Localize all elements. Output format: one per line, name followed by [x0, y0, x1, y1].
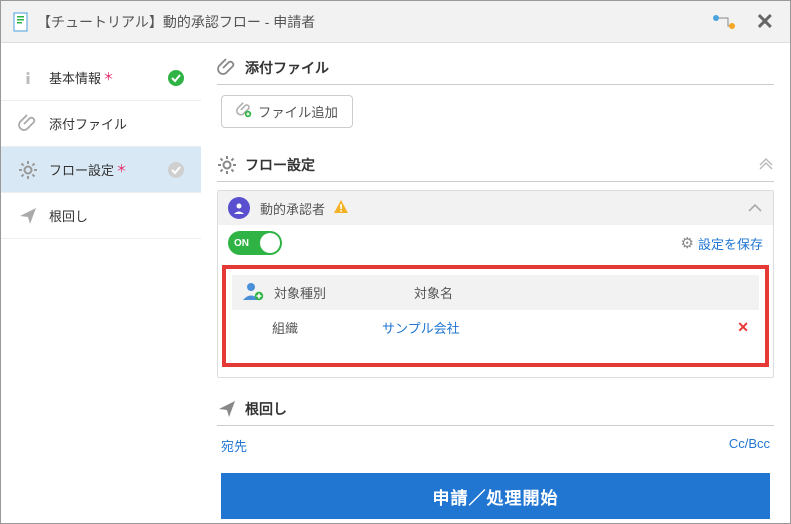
collapse-icon[interactable] — [758, 156, 774, 173]
chevron-up-icon[interactable] — [747, 201, 763, 216]
window-title: 【チュートリアル】動的承認フロー - 申請者 — [37, 12, 712, 32]
required-mark: ＊ — [116, 163, 127, 175]
send-icon — [217, 399, 237, 419]
sidebar-item-label: 根回し — [49, 206, 185, 225]
target-table-header: 対象種別 対象名 — [232, 275, 759, 310]
approver-icon — [228, 197, 250, 219]
titlebar: 【チュートリアル】動的承認フロー - 申請者 ✕ — [1, 1, 790, 43]
main-content: 添付ファイル ファイル追加 フロー設定 動的承認者 — [201, 43, 790, 523]
sidebar-item-nemawashi[interactable]: 根回し — [1, 193, 201, 239]
save-settings-link[interactable]: ⚙ 設定を保存 — [681, 234, 763, 253]
info-icon — [17, 67, 39, 89]
gear-icon: ⚙ — [681, 234, 694, 252]
delete-row-icon[interactable]: ✕ — [737, 319, 749, 336]
target-name-link[interactable]: サンプル会社 — [382, 318, 737, 337]
add-file-button[interactable]: ファイル追加 — [221, 95, 353, 128]
document-icon — [13, 12, 29, 32]
sidebar-item-attachments[interactable]: 添付ファイル — [1, 101, 201, 147]
col-target-type: 対象種別 — [274, 283, 414, 302]
paperclip-icon — [17, 113, 39, 135]
col-target-name: 対象名 — [414, 283, 749, 302]
sidebar-item-flow-settings[interactable]: フロー設定＊ — [1, 147, 201, 193]
sidebar-item-label: 基本情報 — [49, 71, 101, 86]
submit-button[interactable]: 申請／処理開始 — [221, 473, 770, 519]
dynamic-approver-panel: 動的承認者 ON ⚙ 設定を保存 対象種別 対象名 — [217, 190, 774, 378]
approver-toggle[interactable]: ON — [228, 231, 282, 255]
target-row: 組織 サンプル会社 ✕ — [232, 310, 759, 339]
highlighted-target-area: 対象種別 対象名 組織 サンプル会社 ✕ — [222, 265, 769, 367]
section-flow-header: フロー設定 — [217, 148, 774, 182]
recipient-link[interactable]: 宛先 — [221, 436, 247, 455]
section-title: 添付ファイル — [245, 58, 329, 78]
workflow-icon[interactable] — [712, 14, 736, 30]
close-icon[interactable]: ✕ — [752, 5, 778, 39]
approver-panel-header[interactable]: 動的承認者 — [218, 191, 773, 225]
send-icon — [17, 205, 39, 227]
warning-icon — [333, 199, 349, 218]
section-title: 根回し — [245, 399, 287, 419]
add-user-icon[interactable] — [242, 281, 264, 304]
check-icon — [167, 69, 185, 87]
ccbcc-link[interactable]: Cc/Bcc — [729, 436, 770, 455]
sidebar: 基本情報＊ 添付ファイル フロー設定＊ 根回し — [1, 43, 201, 523]
paperclip-add-icon — [236, 102, 252, 121]
sidebar-item-label: フロー設定 — [49, 163, 114, 178]
check-pending-icon — [167, 161, 185, 179]
add-file-label: ファイル追加 — [258, 102, 338, 121]
gear-icon — [217, 155, 237, 175]
section-attachments-header: 添付ファイル — [217, 51, 774, 85]
approver-label: 動的承認者 — [260, 199, 325, 218]
sidebar-item-label: 添付ファイル — [49, 114, 185, 133]
required-mark: ＊ — [103, 71, 114, 83]
section-title: フロー設定 — [245, 155, 315, 175]
section-nemawashi-header: 根回し — [217, 392, 774, 426]
app-window: 【チュートリアル】動的承認フロー - 申請者 ✕ 基本情報＊ 添付ファイル フロ… — [0, 0, 791, 524]
gear-icon — [17, 159, 39, 181]
paperclip-icon — [217, 58, 237, 78]
target-type-value: 組織 — [272, 318, 382, 337]
nemawashi-body: 宛先 Cc/Bcc — [217, 426, 774, 465]
sidebar-item-basic-info[interactable]: 基本情報＊ — [1, 55, 201, 101]
